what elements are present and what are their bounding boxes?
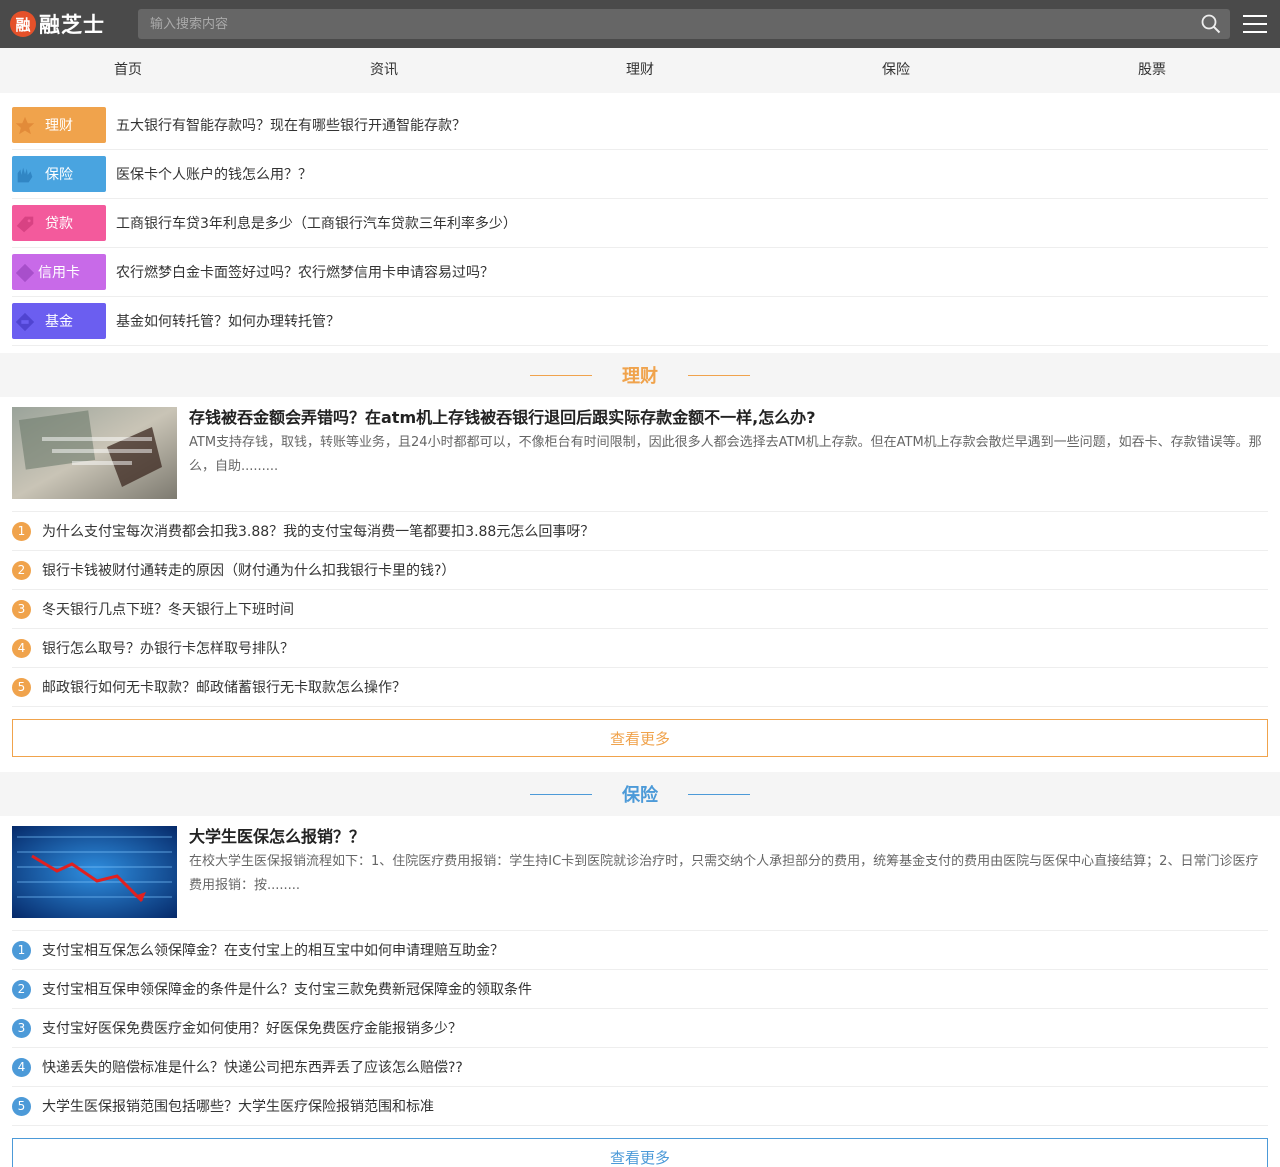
list-item[interactable]: 2 银行卡钱被财付通转走的原因（财付通为什么扣我银行卡里的钱?）	[12, 551, 1268, 590]
category-row: 保险 医保卡个人账户的钱怎么用？？	[12, 150, 1268, 199]
list-item[interactable]: 4 银行怎么取号？办银行卡怎样取号排队？	[12, 629, 1268, 668]
category-article-link[interactable]: 五大银行有智能存款吗？现在有哪些银行开通智能存款？	[116, 115, 466, 135]
diamond-icon	[15, 263, 35, 283]
featured-article-summary: 在校大学生医保报销流程如下：1、住院医疗费用报销：学生持IC卡到医院就诊治疗时，…	[189, 854, 1259, 893]
list-item[interactable]: 3 冬天银行几点下班？冬天银行上下班时间	[12, 590, 1268, 629]
featured-article: 大学生医保怎么报销？？ 在校大学生医保报销流程如下：1、住院医疗费用报销：学生持…	[12, 826, 1268, 931]
featured-article-title[interactable]: 大学生医保怎么报销？？	[189, 826, 1268, 848]
star-icon	[15, 116, 35, 135]
menu-icon	[1243, 15, 1267, 33]
site-logo[interactable]: 融 融芝士	[10, 9, 138, 39]
search-input[interactable]	[138, 9, 1192, 39]
category-label: 贷款	[45, 216, 73, 232]
section-divider	[688, 374, 750, 376]
list-item-title[interactable]: 银行卡钱被财付通转走的原因（财付通为什么扣我银行卡里的钱?）	[42, 560, 455, 580]
rank-number: 2	[12, 560, 31, 580]
list-item[interactable]: 4 快递丢失的赔偿标准是什么？快递公司把东西弄丢了应该怎么赔偿??	[12, 1048, 1268, 1087]
hand-icon	[17, 167, 33, 183]
list-item-title[interactable]: 大学生医保报销范围包括哪些？大学生医疗保险报销范围和标准	[42, 1096, 434, 1116]
category-row: 贷款 工商银行车贷3年利息是多少（工商银行汽车贷款三年利率多少）	[12, 199, 1268, 248]
category-badge-jijin[interactable]: 基金	[12, 303, 106, 339]
category-badge-daikuan[interactable]: 贷款	[12, 205, 106, 241]
featured-article-summary: ATM支持存钱，取钱，转账等业务，且24小时都都可以，不像柜台有时间限制，因此很…	[189, 435, 1262, 474]
main-nav: 首页 资讯 理财 保险 股票	[0, 48, 1280, 93]
category-list: 理财 五大银行有智能存款吗？现在有哪些银行开通智能存款？ 保险 医保卡个人账户的…	[0, 93, 1280, 350]
category-row: 理财 五大银行有智能存款吗？现在有哪些银行开通智能存款？	[12, 101, 1268, 150]
list-item[interactable]: 1 为什么支付宝每次消费都会扣我3.88？我的支付宝每消费一笔都要扣3.88元怎…	[12, 512, 1268, 551]
category-article-link[interactable]: 基金如何转托管？如何办理转托管？	[116, 311, 340, 331]
section-divider	[688, 793, 750, 795]
rank-number: 3	[12, 599, 31, 619]
section-divider	[530, 374, 592, 376]
rank-number: 5	[12, 1096, 31, 1116]
article-thumbnail-chart[interactable]	[12, 826, 177, 918]
section-baoxian: 大学生医保怎么报销？？ 在校大学生医保报销流程如下：1、住院医疗费用报销：学生持…	[0, 816, 1280, 1167]
logo-badge: 融	[10, 11, 36, 37]
section-title: 保险	[622, 785, 658, 806]
list-item-title[interactable]: 支付宝相互保申领保障金的条件是什么？支付宝三款免费新冠保障金的领取条件	[42, 979, 532, 999]
list-item[interactable]: 2 支付宝相互保申领保障金的条件是什么？支付宝三款免费新冠保障金的领取条件	[12, 970, 1268, 1009]
category-article-link[interactable]: 医保卡个人账户的钱怎么用？？	[116, 164, 312, 184]
list-item[interactable]: 1 支付宝相互保怎么领保障金？在支付宝上的相互宝中如何申请理赔互助金？	[12, 931, 1268, 970]
featured-article: 存钱被吞金额会弄错吗？在atm机上存钱被吞银行退回后跟实际存款金额不一样,怎么办…	[12, 407, 1268, 512]
section-header-baoxian: 保险	[0, 772, 1280, 816]
category-badge-xinyongka[interactable]: 信用卡	[12, 254, 106, 290]
logo-text: 融芝士	[39, 13, 105, 37]
view-more-button[interactable]: 查看更多	[12, 719, 1268, 757]
category-article-link[interactable]: 工商银行车贷3年利息是多少（工商银行汽车贷款三年利率多少）	[116, 213, 517, 233]
list-item-title[interactable]: 银行怎么取号？办银行卡怎样取号排队？	[42, 638, 294, 658]
category-row: 基金 基金如何转托管？如何办理转托管？	[12, 297, 1268, 346]
view-more-button[interactable]: 查看更多	[12, 1138, 1268, 1167]
list-item-title[interactable]: 支付宝相互保怎么领保障金？在支付宝上的相互宝中如何申请理赔互助金？	[42, 940, 504, 960]
list-item[interactable]: 5 邮政银行如何无卡取款？邮政储蓄银行无卡取款怎么操作？	[12, 668, 1268, 707]
rank-number: 1	[12, 940, 31, 960]
nav-home[interactable]: 首页	[0, 48, 256, 93]
category-badge-baoxian[interactable]: 保险	[12, 156, 106, 192]
section-header-licai: 理财	[0, 353, 1280, 397]
category-row: 信用卡 农行燃梦白金卡面签好过吗？农行燃梦信用卡申请容易过吗？	[12, 248, 1268, 297]
card-icon	[15, 312, 35, 332]
list-item-title[interactable]: 为什么支付宝每次消费都会扣我3.88？我的支付宝每消费一笔都要扣3.88元怎么回…	[42, 521, 594, 541]
section-divider	[530, 793, 592, 795]
list-item-title[interactable]: 快递丢失的赔偿标准是什么？快递公司把东西弄丢了应该怎么赔偿??	[42, 1057, 463, 1077]
tag-icon	[16, 216, 34, 233]
section-title: 理财	[622, 366, 658, 387]
list-item-title[interactable]: 邮政银行如何无卡取款？邮政储蓄银行无卡取款怎么操作？	[42, 677, 406, 697]
top-bar: 融 融芝士	[0, 0, 1280, 48]
nav-finance[interactable]: 理财	[512, 48, 768, 93]
featured-article-title[interactable]: 存钱被吞金额会弄错吗？在atm机上存钱被吞银行退回后跟实际存款金额不一样,怎么办…	[189, 407, 1268, 429]
rank-number: 4	[12, 638, 31, 658]
rank-number: 4	[12, 1057, 31, 1077]
list-item-title[interactable]: 支付宝好医保免费医疗金如何使用？好医保免费医疗金能报销多少？	[42, 1018, 462, 1038]
article-thumbnail-money[interactable]	[12, 407, 177, 499]
search-icon	[1201, 14, 1221, 34]
nav-news[interactable]: 资讯	[256, 48, 512, 93]
nav-stocks[interactable]: 股票	[1024, 48, 1280, 93]
category-badge-licai[interactable]: 理财	[12, 107, 106, 143]
list-item[interactable]: 3 支付宝好医保免费医疗金如何使用？好医保免费医疗金能报销多少？	[12, 1009, 1268, 1048]
list-item-title[interactable]: 冬天银行几点下班？冬天银行上下班时间	[42, 599, 294, 619]
search-box	[138, 9, 1230, 39]
list-item[interactable]: 5 大学生医保报销范围包括哪些？大学生医疗保险报销范围和标准	[12, 1087, 1268, 1126]
category-label: 保险	[45, 167, 73, 183]
nav-insurance[interactable]: 保险	[768, 48, 1024, 93]
menu-button[interactable]	[1230, 0, 1280, 48]
category-article-link[interactable]: 农行燃梦白金卡面签好过吗？农行燃梦信用卡申请容易过吗？	[116, 262, 494, 282]
rank-number: 1	[12, 521, 31, 541]
rank-number: 3	[12, 1018, 31, 1038]
category-label: 基金	[45, 314, 73, 330]
rank-number: 2	[12, 979, 31, 999]
rank-number: 5	[12, 677, 31, 697]
section-licai: 存钱被吞金额会弄错吗？在atm机上存钱被吞银行退回后跟实际存款金额不一样,怎么办…	[0, 397, 1280, 757]
category-label: 理财	[45, 118, 73, 134]
category-label: 信用卡	[38, 265, 80, 281]
search-button[interactable]	[1192, 9, 1230, 39]
